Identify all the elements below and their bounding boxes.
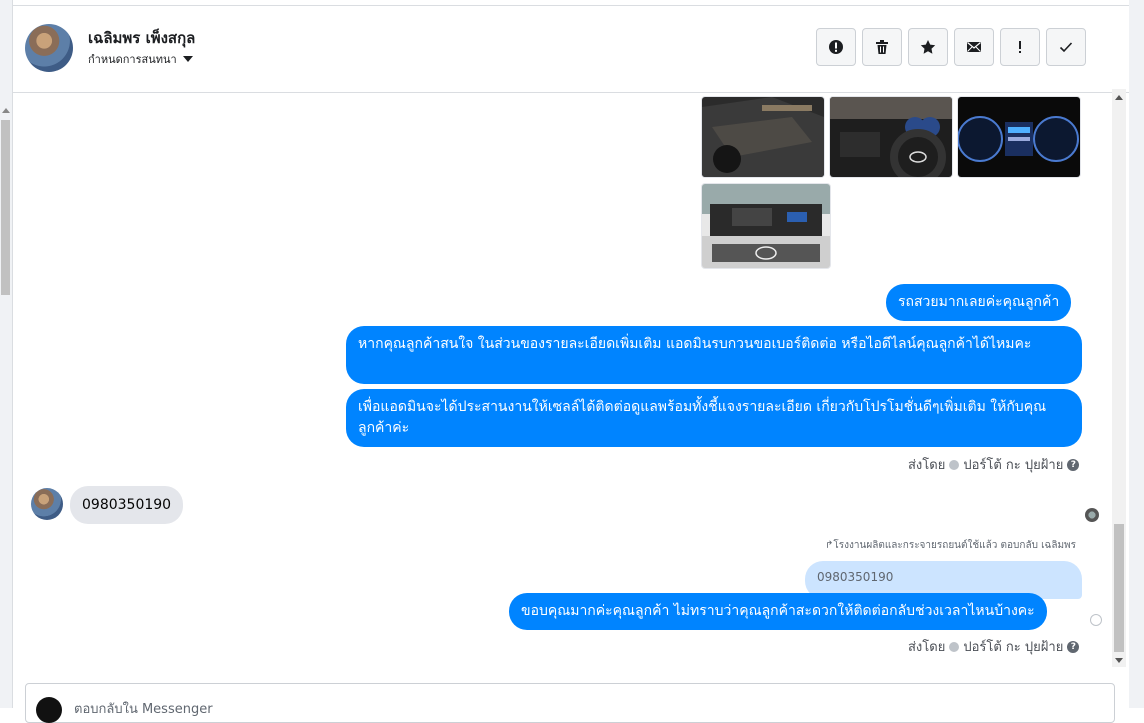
report-button[interactable] [816,28,856,66]
outgoing-message-4[interactable]: ขอบคุณมากค่ะคุณลูกค้า ไม่ทราบว่าคุณลูกค้… [509,593,1047,630]
outgoing-message-3[interactable]: เพื่อแอดมินจะได้ประสานงานให้เซลล์ได้ติดต… [346,389,1082,447]
envelope-icon [967,42,981,52]
caret-down-icon [182,56,193,62]
car-photo-steering[interactable] [829,96,953,178]
conversation-settings-label: กำหนดการสนทนา [88,53,177,66]
thread-scrollbar[interactable] [1112,89,1126,667]
sent-check-icon [1090,614,1102,626]
verified-dot-icon [949,459,960,470]
alert-circle-icon [829,40,843,54]
mark-unread-button[interactable] [954,28,994,66]
message-thread: รถสวยมากเลยค่ะคุณลูกค้า หากคุณลูกค้าสนใจ… [13,93,1129,683]
sent-by-label: ส่งโดย [908,640,946,655]
car-photo-engine[interactable] [701,183,831,269]
header-actions [816,28,1086,66]
delete-button[interactable] [862,28,902,66]
help-icon[interactable]: ? [1067,458,1080,471]
conversation-settings-dropdown[interactable]: กำหนดการสนทนา [88,50,193,68]
scroll-up-arrow-icon[interactable] [1115,95,1123,100]
sent-by-line-2: ส่งโดย ปอร์โต้ กะ ปุยฝ้าย ? [908,636,1080,657]
outgoing-message-1[interactable]: รถสวยมากเลยค่ะคุณลูกค้า [886,284,1072,321]
right-edge [1129,0,1144,708]
contact-avatar-small[interactable] [31,488,63,520]
contact-name[interactable]: เฉลิมพร เพ็งสกุล [88,26,195,50]
star-icon [920,40,936,54]
sent-by-label: ส่งโดย [908,458,946,473]
left-scroll-strip [0,0,13,708]
sent-by-line-1: ส่งโดย ปอร์โต้ กะ ปุยฝ้าย ? [908,454,1080,475]
outgoing-message-2[interactable]: หากคุณลูกค้าสนใจ ในส่วนของรายละเอียดเพิ่… [346,326,1082,384]
reply-context-note: ↱โรงงานผลิตและกระจายรถยนต์ใช้แล้ว ตอบกลั… [825,540,1077,551]
trash-icon [876,40,888,54]
help-icon[interactable]: ? [1067,640,1080,653]
car-photo-dashboard[interactable] [957,96,1081,178]
mark-done-button[interactable] [1046,28,1086,66]
car-photo-door[interactable] [701,96,825,178]
star-button[interactable] [908,28,948,66]
conversation-header: เฉลิมพร เพ็งสกุล กำหนดการสนทนา [13,6,1129,93]
check-icon [1059,42,1073,53]
composer-placeholder: ตอบกลับใน Messenger [74,702,213,717]
sender-name[interactable]: ปอร์โต้ กะ ปุยฝ้าย [963,454,1063,475]
contact-avatar[interactable] [25,24,73,72]
verified-dot-icon [949,641,960,652]
page-logo-icon [36,697,62,723]
left-scroll-thumb[interactable] [1,120,10,295]
seen-avatar-icon [1085,508,1099,522]
exclamation-icon [1019,41,1021,53]
reply-composer[interactable]: ตอบกลับใน Messenger [25,683,1115,723]
conversation-panel: เฉลิมพร เพ็งสกุล กำหนดการสนทนา รถสวยมากเ… [13,5,1129,723]
incoming-message[interactable]: 0980350190 [70,486,184,524]
sender-name[interactable]: ปอร์โต้ กะ ปุยฝ้าย [963,636,1063,657]
thread-scroll-thumb[interactable] [1114,524,1124,652]
scroll-up-arrow-icon[interactable] [2,108,10,113]
scroll-down-arrow-icon[interactable] [1115,658,1123,663]
important-button[interactable] [1000,28,1040,66]
